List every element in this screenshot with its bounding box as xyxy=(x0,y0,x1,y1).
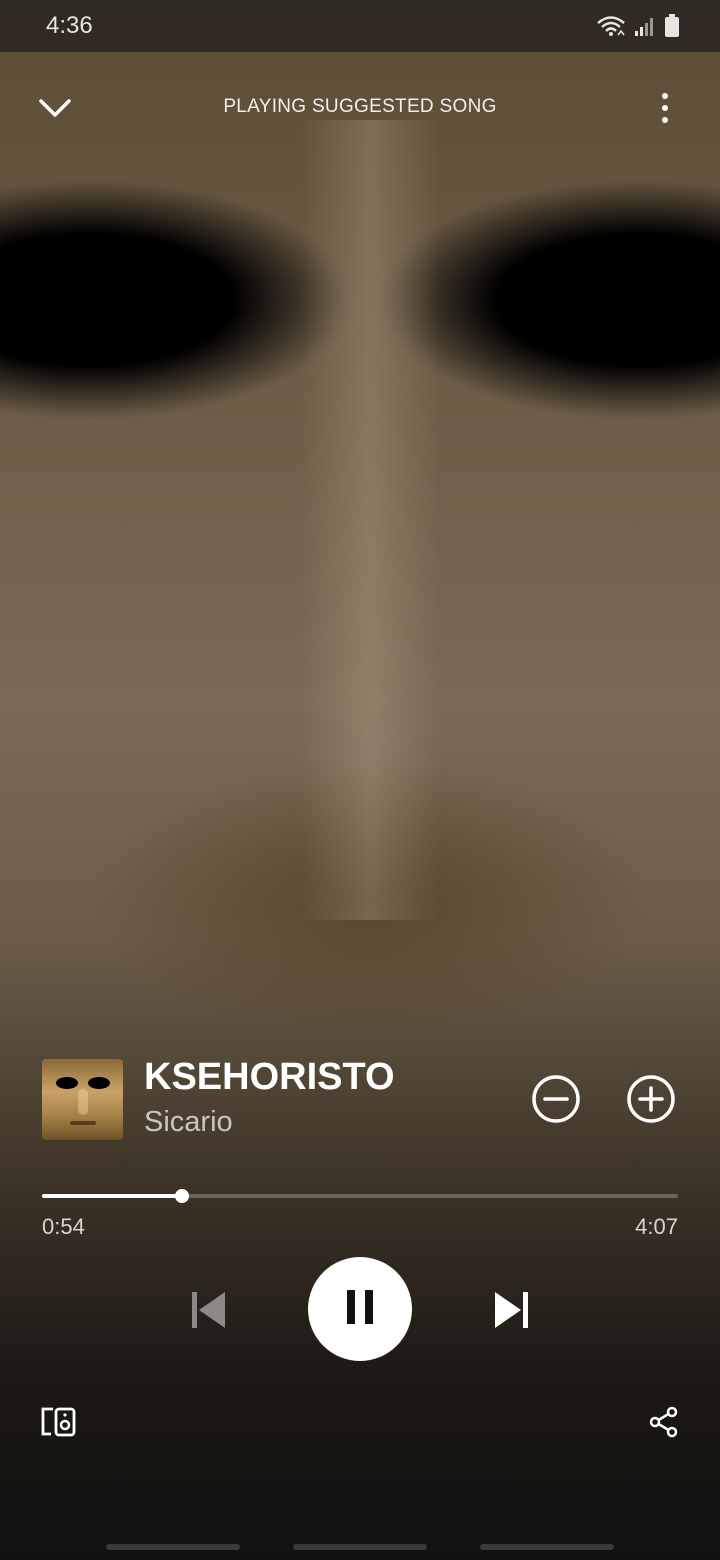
nav-back-handle[interactable] xyxy=(480,1544,614,1550)
time-total: 4:07 xyxy=(635,1214,678,1239)
progress-bar[interactable] xyxy=(42,1189,678,1203)
wifi-icon xyxy=(596,15,626,42)
connect-device-icon[interactable] xyxy=(36,1402,80,1442)
signal-icon xyxy=(634,15,656,42)
album-art-thumbnail xyxy=(42,1059,123,1140)
nav-recents-handle[interactable] xyxy=(106,1544,240,1550)
skip-previous-icon[interactable] xyxy=(186,1286,230,1334)
more-vertical-icon[interactable] xyxy=(650,88,680,128)
track-artist[interactable]: Sicario xyxy=(144,1106,233,1139)
mask-mouth xyxy=(70,1121,96,1125)
time-elapsed: 0:54 xyxy=(42,1214,85,1239)
plus-circle-icon[interactable] xyxy=(625,1073,677,1125)
pause-icon xyxy=(345,1289,375,1329)
mask-eye-left xyxy=(56,1077,78,1089)
mask-nose xyxy=(78,1089,88,1115)
status-icons xyxy=(596,14,680,43)
battery-icon xyxy=(664,14,680,43)
skip-next-icon[interactable] xyxy=(490,1286,534,1334)
status-time: 4:36 xyxy=(46,12,93,39)
share-icon[interactable] xyxy=(646,1404,682,1440)
minus-circle-icon[interactable] xyxy=(530,1073,582,1125)
mask-eye-right xyxy=(88,1077,110,1089)
status-bar: 4:36 xyxy=(0,0,720,52)
nav-home-handle[interactable] xyxy=(293,1544,427,1550)
progress-fill xyxy=(42,1194,182,1198)
progress-thumb[interactable] xyxy=(174,1189,189,1203)
track-title[interactable]: KSEHORISTO xyxy=(144,1056,395,1099)
pause-button[interactable] xyxy=(308,1257,412,1361)
playing-context-title: PLAYING SUGGESTED SONG xyxy=(223,96,497,117)
